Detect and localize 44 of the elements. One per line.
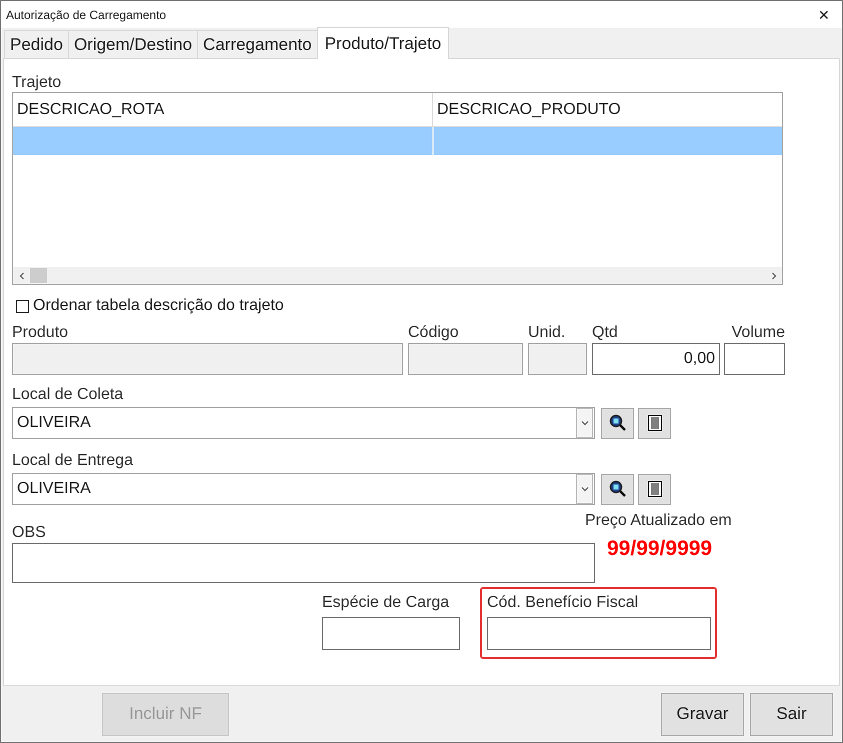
dropdown[interactable]: OLIVEIRA — [12, 473, 595, 505]
search-icon — [608, 414, 626, 432]
window-title: Autorização de Carregamento — [6, 8, 168, 22]
field-label: Unid. — [528, 323, 566, 343]
list-button[interactable] — [638, 474, 671, 504]
section-label: Trajeto — [12, 73, 62, 93]
chevron-down-icon — [580, 485, 588, 493]
tab[interactable]: Pedido — [4, 30, 69, 58]
field-label: Local de Entrega — [12, 451, 134, 471]
action-button[interactable]: Sair — [750, 692, 833, 736]
field-label: Código — [408, 323, 460, 343]
input-field[interactable]: 0,00 — [592, 343, 720, 375]
input-field[interactable] — [724, 343, 785, 375]
chevron-right-icon — [770, 272, 778, 280]
checkbox[interactable] — [16, 300, 29, 312]
field-label: Volume — [730, 323, 785, 343]
chevron-left-icon — [18, 272, 26, 280]
list-icon — [648, 415, 662, 431]
column-header[interactable]: DESCRICAO_PRODUTO — [433, 93, 782, 126]
chevron-down-icon — [580, 419, 588, 427]
column-header[interactable]: DESCRICAO_ROTA — [13, 93, 433, 126]
close-button[interactable]: ✕ — [812, 6, 836, 22]
horizontal-scrollbar[interactable] — [13, 267, 782, 284]
list-button[interactable] — [638, 408, 671, 438]
field-label: Local de Coleta — [12, 385, 124, 405]
price-label: Preço Atualizado em — [585, 511, 732, 531]
dropdown[interactable]: OLIVEIRA — [12, 407, 595, 439]
input-field[interactable] — [322, 617, 460, 650]
field-label: OBS — [12, 523, 47, 543]
search-button[interactable] — [601, 474, 634, 504]
field-label: Cód. Benefício Fiscal — [487, 593, 640, 613]
action-button[interactable]: Gravar — [661, 692, 744, 736]
scroll-thumb[interactable] — [30, 268, 47, 283]
obs-field[interactable] — [12, 543, 595, 583]
search-icon — [608, 480, 626, 498]
field-label: Espécie de Carga — [322, 593, 450, 613]
tab[interactable]: Produto/Trajeto — [316, 27, 450, 59]
checkbox-label[interactable]: Ordenar tabela descrição do trajeto — [33, 297, 284, 315]
price-date: 99/99/9999 — [607, 537, 712, 561]
field-label: Qtd — [592, 323, 619, 343]
search-button[interactable] — [601, 408, 634, 438]
field-label: Produto — [12, 323, 70, 343]
list-icon — [648, 481, 662, 497]
input-field[interactable] — [487, 617, 711, 650]
